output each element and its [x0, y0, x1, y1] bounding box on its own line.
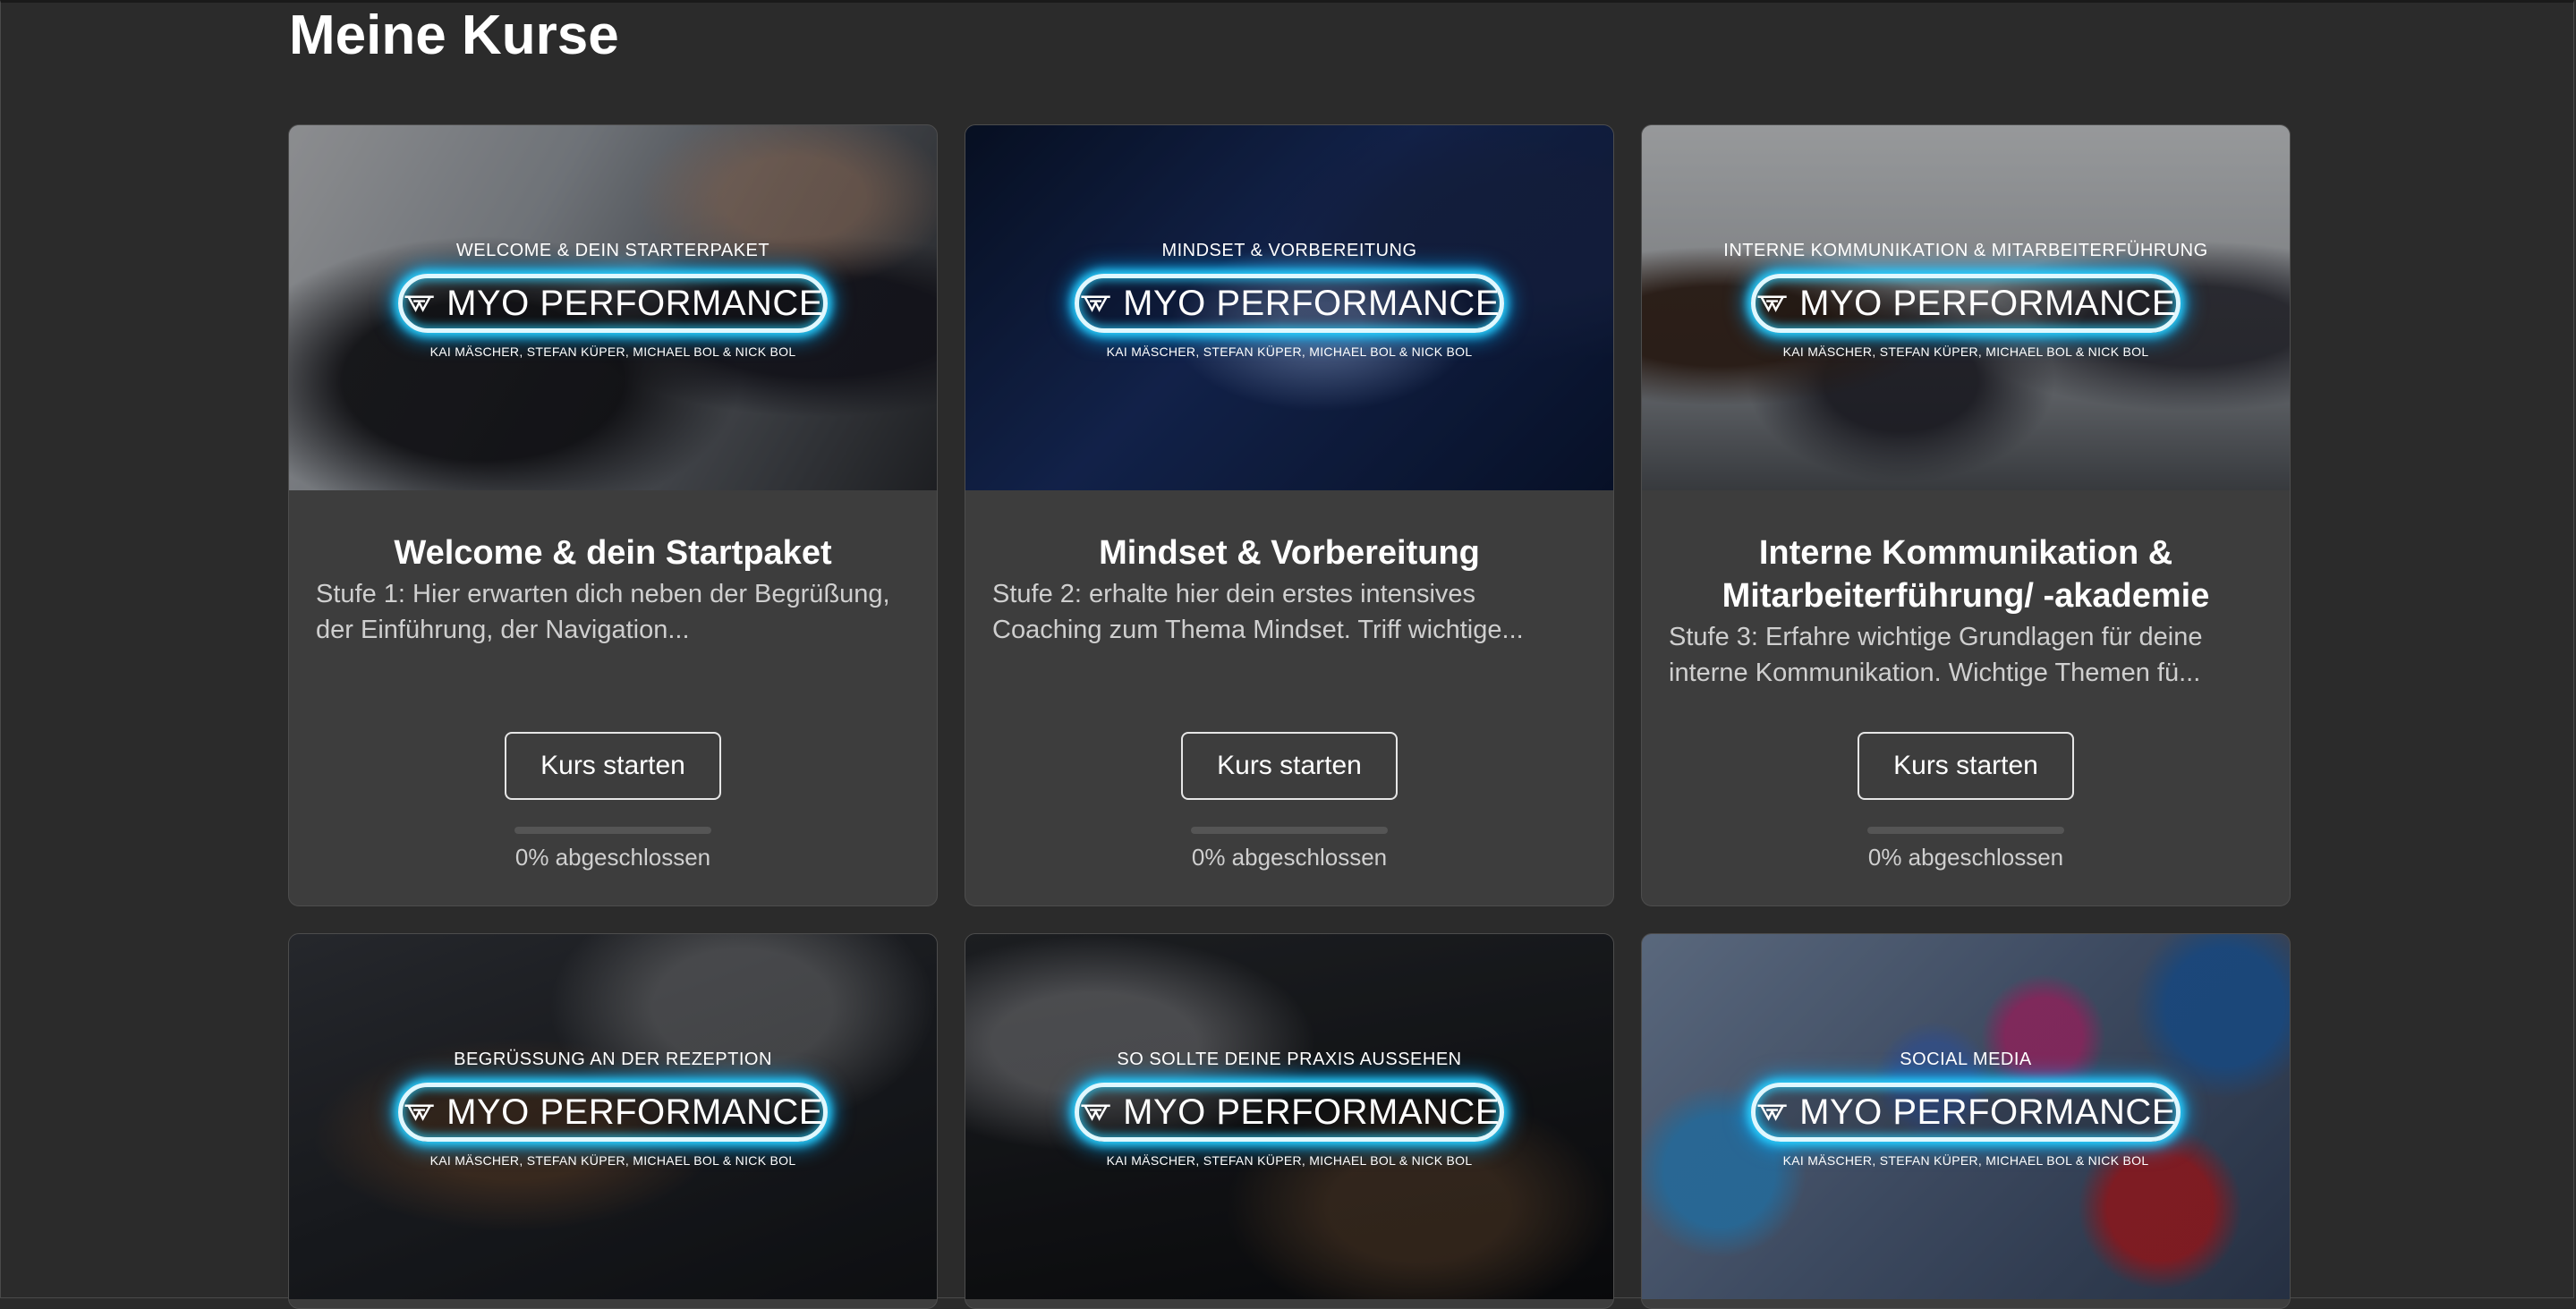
course-body: Interne Kommunikation & Mitarbeiterführu… — [1642, 531, 2290, 691]
course-kicker: SOCIAL MEDIA — [1900, 1050, 2032, 1069]
brand-logo-text: MYO PERFORMANCE — [1799, 283, 2176, 323]
course-authors: KAI MÄSCHER, STEFAN KÜPER, MICHAEL BOL &… — [429, 1153, 796, 1168]
brand-logo: MYO PERFORMANCE — [398, 274, 828, 333]
start-course-button[interactable]: Kurs starten — [505, 732, 721, 800]
course-title[interactable]: Welcome & dein Startpaket — [316, 531, 910, 574]
brand-logo-text: MYO PERFORMANCE — [1123, 283, 1500, 323]
progress-bar — [1867, 827, 2064, 834]
course-authors: KAI MÄSCHER, STEFAN KÜPER, MICHAEL BOL &… — [1106, 344, 1473, 359]
progress-label: 0% abgeschlossen — [1191, 844, 1388, 871]
myo-logo-icon — [1757, 1104, 1787, 1121]
course-footer: Kurs starten 0% abgeschlossen — [965, 732, 1613, 871]
course-card[interactable]: WELCOME & DEIN STARTERPAKET MYO PERFORMA… — [288, 124, 938, 906]
course-thumbnail[interactable]: INTERNE KOMMUNIKATION & MITARBEITERFÜHRU… — [1642, 125, 2290, 490]
course-authors: KAI MÄSCHER, STEFAN KÜPER, MICHAEL BOL &… — [1106, 1153, 1473, 1168]
myo-logo-icon — [1081, 295, 1110, 312]
course-kicker: MINDSET & VORBEREITUNG — [1161, 241, 1417, 260]
course-grid: WELCOME & DEIN STARTERPAKET MYO PERFORMA… — [288, 124, 2291, 1309]
thumbnail-overlay: INTERNE KOMMUNIKATION & MITARBEITERFÜHRU… — [1642, 240, 2290, 360]
brand-logo: MYO PERFORMANCE — [1751, 274, 2181, 333]
brand-logo-text: MYO PERFORMANCE — [446, 283, 823, 323]
course-thumbnail[interactable]: MINDSET & VORBEREITUNG MYO PERFORMANCE K… — [965, 125, 1613, 490]
page-title: Meine Kurse — [289, 4, 619, 66]
course-footer: Kurs starten 0% abgeschlossen — [1642, 732, 2290, 871]
course-card[interactable]: BEGRÜßUNG AN DER REZEPTION MYO PERFORMAN… — [288, 933, 938, 1309]
course-thumbnail[interactable]: SOCIAL MEDIA MYO PERFORMANCE KAI MÄSCHER… — [1642, 934, 2290, 1299]
course-title[interactable]: Mindset & Vorbereitung — [992, 531, 1586, 574]
thumbnail-overlay: BEGRÜßUNG AN DER REZEPTION MYO PERFORMAN… — [289, 1049, 937, 1169]
course-thumbnail[interactable]: WELCOME & DEIN STARTERPAKET MYO PERFORMA… — [289, 125, 937, 490]
course-authors: KAI MÄSCHER, STEFAN KÜPER, MICHAEL BOL &… — [1782, 344, 2149, 359]
course-kicker: WELCOME & DEIN STARTERPAKET — [455, 241, 770, 260]
course-kicker: SO SOLLTE DEINE PRAXIS AUSSEHEN — [1117, 1050, 1462, 1069]
course-body: Welcome & dein Startpaket Stufe 1: Hier … — [289, 531, 937, 648]
course-card[interactable]: MINDSET & VORBEREITUNG MYO PERFORMANCE K… — [965, 124, 1614, 906]
course-body: Mindset & Vorbereitung Stufe 2: erhalte … — [965, 531, 1613, 648]
brand-logo: MYO PERFORMANCE — [1751, 1083, 2181, 1142]
progress-bar — [514, 827, 711, 834]
app-window: Meine Kurse WELCOME & DEIN STARTERPAKET … — [0, 0, 2574, 1309]
brand-logo: MYO PERFORMANCE — [398, 1083, 828, 1142]
myo-logo-icon — [1081, 1104, 1110, 1121]
course-thumbnail[interactable]: SO SOLLTE DEINE PRAXIS AUSSEHEN MYO PERF… — [965, 934, 1613, 1299]
course-description: Stufe 2: erhalte hier dein erstes intens… — [992, 580, 1524, 644]
thumbnail-overlay: MINDSET & VORBEREITUNG MYO PERFORMANCE K… — [965, 240, 1613, 360]
myo-logo-icon — [404, 1104, 434, 1121]
course-kicker: BEGRÜßUNG AN DER REZEPTION — [454, 1050, 772, 1069]
brand-logo-text: MYO PERFORMANCE — [446, 1092, 823, 1132]
brand-logo-text: MYO PERFORMANCE — [1123, 1092, 1500, 1132]
course-card[interactable]: SO SOLLTE DEINE PRAXIS AUSSEHEN MYO PERF… — [965, 933, 1614, 1309]
course-footer: Kurs starten 0% abgeschlossen — [289, 732, 937, 871]
brand-logo-text: MYO PERFORMANCE — [1799, 1092, 2176, 1132]
thumbnail-overlay: WELCOME & DEIN STARTERPAKET MYO PERFORMA… — [289, 240, 937, 360]
course-card[interactable]: INTERNE KOMMUNIKATION & MITARBEITERFÜHRU… — [1641, 124, 2291, 906]
progress-label: 0% abgeschlossen — [1867, 844, 2064, 871]
thumbnail-overlay: SOCIAL MEDIA MYO PERFORMANCE KAI MÄSCHER… — [1642, 1049, 2290, 1169]
myo-logo-icon — [404, 295, 434, 312]
course-card[interactable]: SOCIAL MEDIA MYO PERFORMANCE KAI MÄSCHER… — [1641, 933, 2291, 1309]
course-kicker: INTERNE KOMMUNIKATION & MITARBEITERFÜHRU… — [1723, 241, 2208, 260]
course-description: Stufe 1: Hier erwarten dich neben der Be… — [316, 580, 890, 644]
start-course-button[interactable]: Kurs starten — [1858, 732, 2074, 800]
myo-logo-icon — [1757, 295, 1787, 312]
progress-label: 0% abgeschlossen — [514, 844, 711, 871]
course-authors: KAI MÄSCHER, STEFAN KÜPER, MICHAEL BOL &… — [429, 344, 796, 359]
course-description: Stufe 3: Erfahre wichtige Grundlagen für… — [1669, 623, 2203, 687]
course-thumbnail[interactable]: BEGRÜßUNG AN DER REZEPTION MYO PERFORMAN… — [289, 934, 937, 1299]
brand-logo: MYO PERFORMANCE — [1075, 274, 1504, 333]
course-authors: KAI MÄSCHER, STEFAN KÜPER, MICHAEL BOL &… — [1782, 1153, 2149, 1168]
course-title[interactable]: Interne Kommunikation & Mitarbeiterführu… — [1669, 531, 2263, 617]
brand-logo: MYO PERFORMANCE — [1075, 1083, 1504, 1142]
thumbnail-overlay: SO SOLLTE DEINE PRAXIS AUSSEHEN MYO PERF… — [965, 1049, 1613, 1169]
start-course-button[interactable]: Kurs starten — [1181, 732, 1398, 800]
progress-bar — [1191, 827, 1388, 834]
